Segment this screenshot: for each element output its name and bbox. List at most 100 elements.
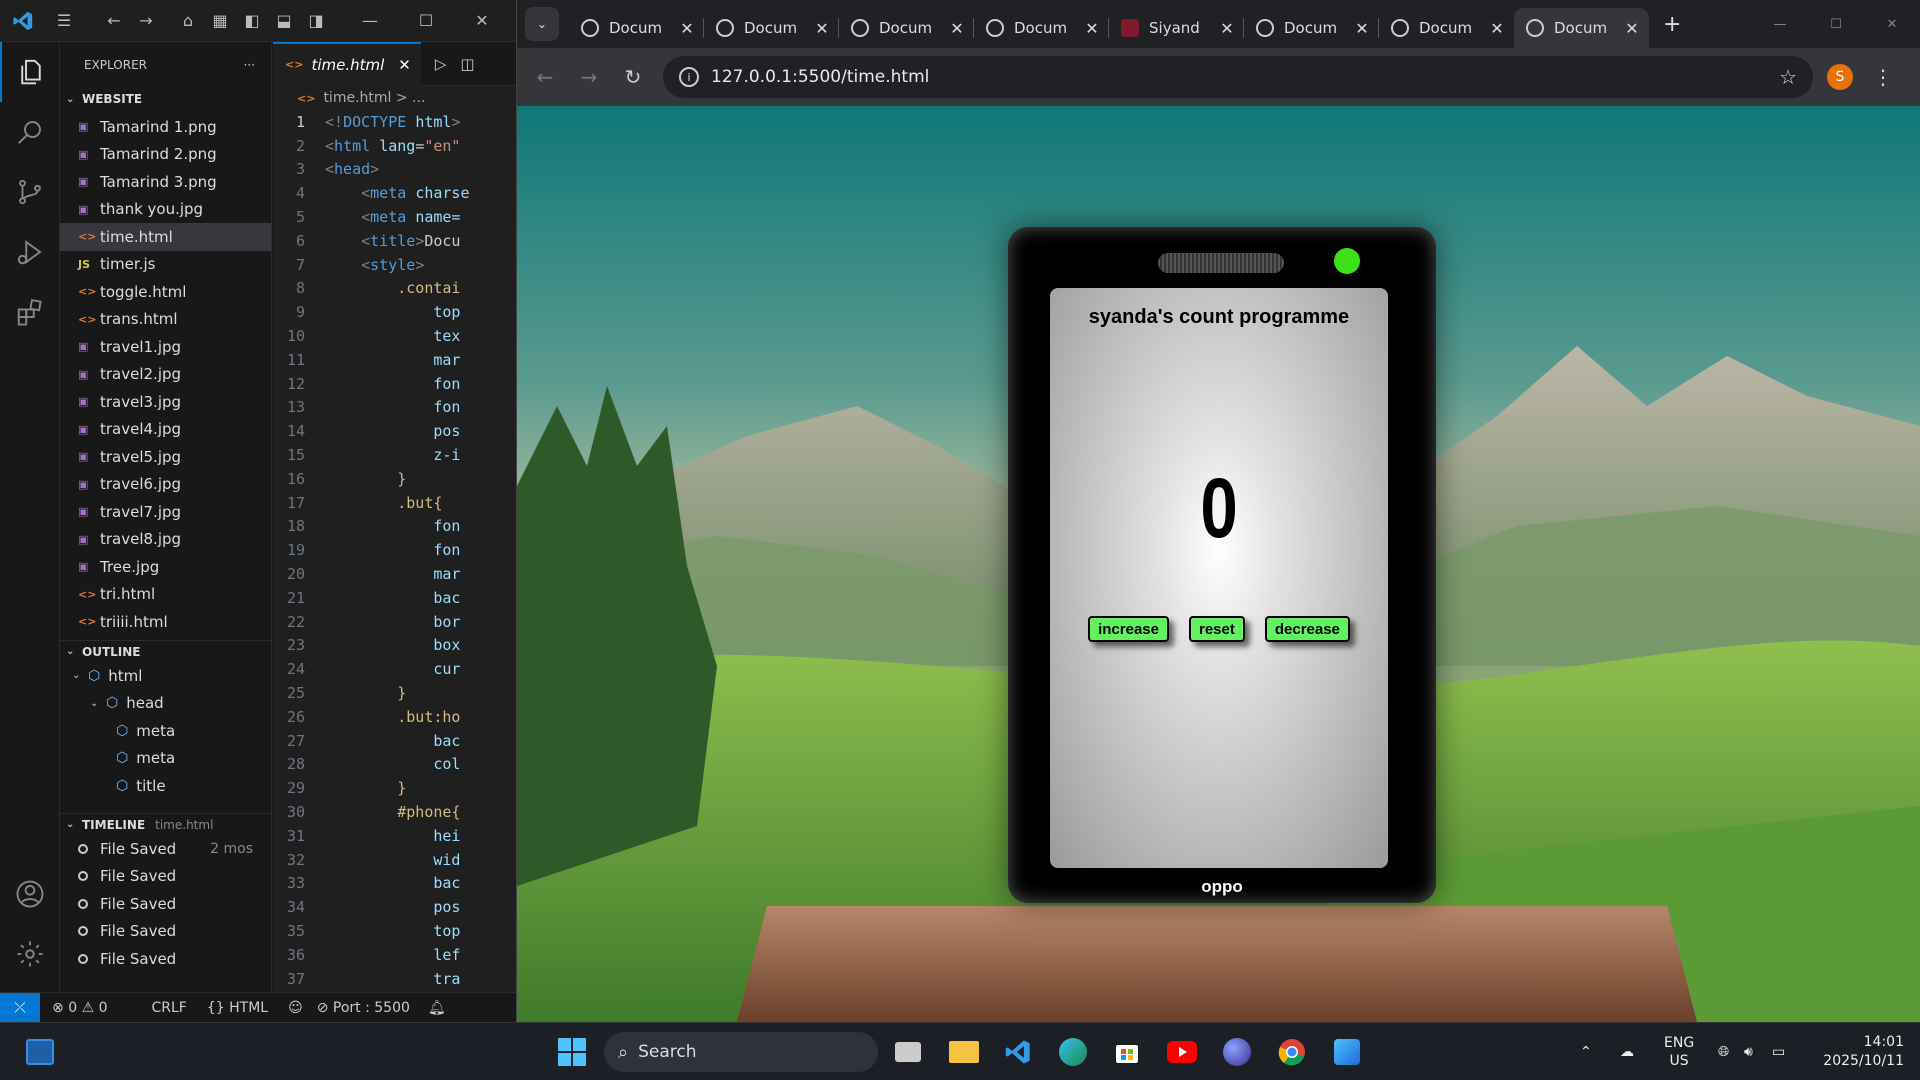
browser-tab[interactable]: Docum ✕: [1244, 8, 1379, 48]
close-tab-icon[interactable]: ✕: [678, 19, 696, 38]
increase-button[interactable]: increase: [1088, 616, 1169, 642]
file-item[interactable]: ▣ travel6.jpg: [60, 471, 271, 499]
site-info-icon[interactable]: i: [679, 67, 699, 87]
live-server-status[interactable]: ⊘ Port : 5500: [317, 1000, 410, 1016]
timeline-item[interactable]: File Saved: [60, 945, 271, 973]
file-item[interactable]: ▣ travel8.jpg: [60, 526, 271, 554]
close-tab-icon[interactable]: ✕: [398, 56, 411, 74]
outline-item[interactable]: ⌄ ⬡ html: [60, 662, 271, 690]
vscode-taskbar-icon[interactable]: [998, 1032, 1038, 1072]
copilot-status-icon[interactable]: ☺: [288, 1000, 303, 1016]
chrome-taskbar-icon[interactable]: [1272, 1032, 1312, 1072]
input-language[interactable]: ENG US: [1664, 1023, 1694, 1080]
file-item[interactable]: ▣ Tamarind 2.png: [60, 141, 271, 169]
breadcrumb[interactable]: <> time.html > ...: [273, 86, 516, 110]
search-icon[interactable]: [0, 102, 60, 162]
layout-customize-icon[interactable]: ▦: [204, 5, 236, 37]
file-item[interactable]: ▣ travel5.jpg: [60, 443, 271, 471]
onedrive-icon[interactable]: ☁: [1620, 1023, 1634, 1080]
forward-icon[interactable]: →: [567, 65, 611, 89]
new-tab-icon[interactable]: +: [1663, 12, 1681, 37]
file-item[interactable]: <> time.html: [60, 223, 271, 251]
microsoft-store-icon[interactable]: [1107, 1032, 1147, 1072]
file-item[interactable]: JS timer.js: [60, 251, 271, 279]
toggle-secondary-sidebar-icon[interactable]: ◨: [300, 5, 332, 37]
file-item[interactable]: ▣ travel2.jpg: [60, 361, 271, 389]
browser-tab[interactable]: Siyand ✕: [1109, 8, 1244, 48]
editor-tab-time-html[interactable]: <> time.html ✕: [273, 42, 421, 86]
file-item[interactable]: ▣ thank you.jpg: [60, 196, 271, 224]
file-item[interactable]: <> trans.html: [60, 306, 271, 334]
file-item[interactable]: <> tri.html: [60, 581, 271, 609]
photos-icon[interactable]: [1327, 1032, 1367, 1072]
clock[interactable]: 14:01 2025/10/11: [1804, 1023, 1904, 1080]
file-item[interactable]: ▣ travel4.jpg: [60, 416, 271, 444]
timeline-item[interactable]: File Saved: [60, 918, 271, 946]
address-bar[interactable]: i 127.0.0.1:5500/time.html ☆: [663, 56, 1813, 98]
close-tab-icon[interactable]: ✕: [813, 19, 831, 38]
explorer-icon[interactable]: [0, 42, 60, 102]
close-tab-icon[interactable]: ✕: [1623, 19, 1641, 38]
notifications-bell-icon[interactable]: 🔔︎: [428, 1000, 446, 1016]
bookmark-star-icon[interactable]: ☆: [1779, 65, 1797, 89]
browser-tab[interactable]: Docum ✕: [839, 8, 974, 48]
code-editor[interactable]: 1 <! DOCTYPE html >2 < html lang = "en" 3 < head >4…: [273, 110, 516, 990]
file-item[interactable]: ▣ Tree.jpg: [60, 553, 271, 581]
file-item[interactable]: ▣ Tamarind 1.png: [60, 113, 271, 141]
close-tab-icon[interactable]: ✕: [1083, 19, 1101, 38]
errors-warnings[interactable]: ⊗ 0 ⚠ 0: [52, 1000, 108, 1016]
outline-item[interactable]: ⬡ meta: [60, 717, 271, 745]
browser-tab[interactable]: Docum ✕: [1514, 8, 1649, 48]
toggle-panel-icon[interactable]: ⬓: [268, 5, 300, 37]
profile-avatar[interactable]: S: [1827, 64, 1853, 90]
close-icon[interactable]: ✕: [454, 11, 510, 30]
file-item[interactable]: ▣ Tamarind 3.png: [60, 168, 271, 196]
windows-start-icon[interactable]: [552, 1032, 592, 1072]
toggle-sidebar-icon[interactable]: ◧: [236, 5, 268, 37]
back-icon[interactable]: ←: [523, 65, 567, 89]
show-hidden-icons[interactable]: ⌃: [1580, 1023, 1592, 1080]
edge-icon[interactable]: [1053, 1032, 1093, 1072]
run-icon[interactable]: ▷: [435, 55, 447, 73]
timeline-item[interactable]: File Saved: [60, 890, 271, 918]
tab-search-dropdown-icon[interactable]: ⌄: [525, 7, 559, 41]
settings-gear-icon[interactable]: [0, 924, 60, 984]
browser-tab[interactable]: Docum ✕: [704, 8, 839, 48]
close-tab-icon[interactable]: ✕: [948, 19, 966, 38]
timeline-item[interactable]: File Saved: [60, 863, 271, 891]
split-editor-icon[interactable]: ◫: [460, 55, 474, 73]
remote-icon[interactable]: ⤫: [0, 992, 40, 1023]
browser-tab[interactable]: Docum ✕: [569, 8, 704, 48]
copilot-icon[interactable]: ⌂: [172, 5, 204, 37]
menu-icon[interactable]: ☰: [48, 5, 80, 37]
forward-arrow-icon[interactable]: →: [130, 5, 162, 37]
close-window-icon[interactable]: ✕: [1864, 17, 1920, 32]
maximize-icon[interactable]: ☐: [398, 11, 454, 30]
decrease-button[interactable]: decrease: [1264, 616, 1350, 642]
more-actions-icon[interactable]: ···: [244, 58, 255, 72]
run-debug-icon[interactable]: [0, 222, 60, 282]
maximize-icon[interactable]: ☐: [1808, 17, 1864, 32]
outline-item[interactable]: ⬡ title: [60, 772, 271, 800]
workspace-section-header[interactable]: ⌄ WEBSITE: [60, 88, 271, 110]
source-control-icon[interactable]: [0, 162, 60, 222]
file-explorer-icon[interactable]: [944, 1032, 984, 1072]
minimize-icon[interactable]: —: [342, 11, 398, 30]
file-item[interactable]: ▣ travel7.jpg: [60, 498, 271, 526]
chrome-menu-icon[interactable]: ⋮: [1873, 65, 1893, 89]
timeline-section-header[interactable]: ⌄ TIMELINE time.html: [60, 813, 271, 835]
language-mode[interactable]: {} HTML: [207, 1000, 268, 1016]
task-view-icon[interactable]: [888, 1032, 928, 1072]
close-tab-icon[interactable]: ✕: [1218, 19, 1236, 38]
back-arrow-icon[interactable]: ←: [98, 5, 130, 37]
extensions-icon[interactable]: [0, 282, 60, 342]
outline-item[interactable]: ⌄ ⬡ head: [60, 690, 271, 718]
volume-icon[interactable]: 🔊︎: [1744, 1023, 1753, 1080]
browser-tab[interactable]: Docum ✕: [974, 8, 1109, 48]
minimize-icon[interactable]: —: [1752, 17, 1808, 32]
reset-button[interactable]: reset: [1188, 616, 1245, 642]
close-tab-icon[interactable]: ✕: [1488, 19, 1506, 38]
timeline-item[interactable]: File Saved 2 mos: [60, 835, 271, 863]
network-icon[interactable]: 🌐︎: [1718, 1023, 1729, 1080]
outline-item[interactable]: ⬡ meta: [60, 745, 271, 773]
